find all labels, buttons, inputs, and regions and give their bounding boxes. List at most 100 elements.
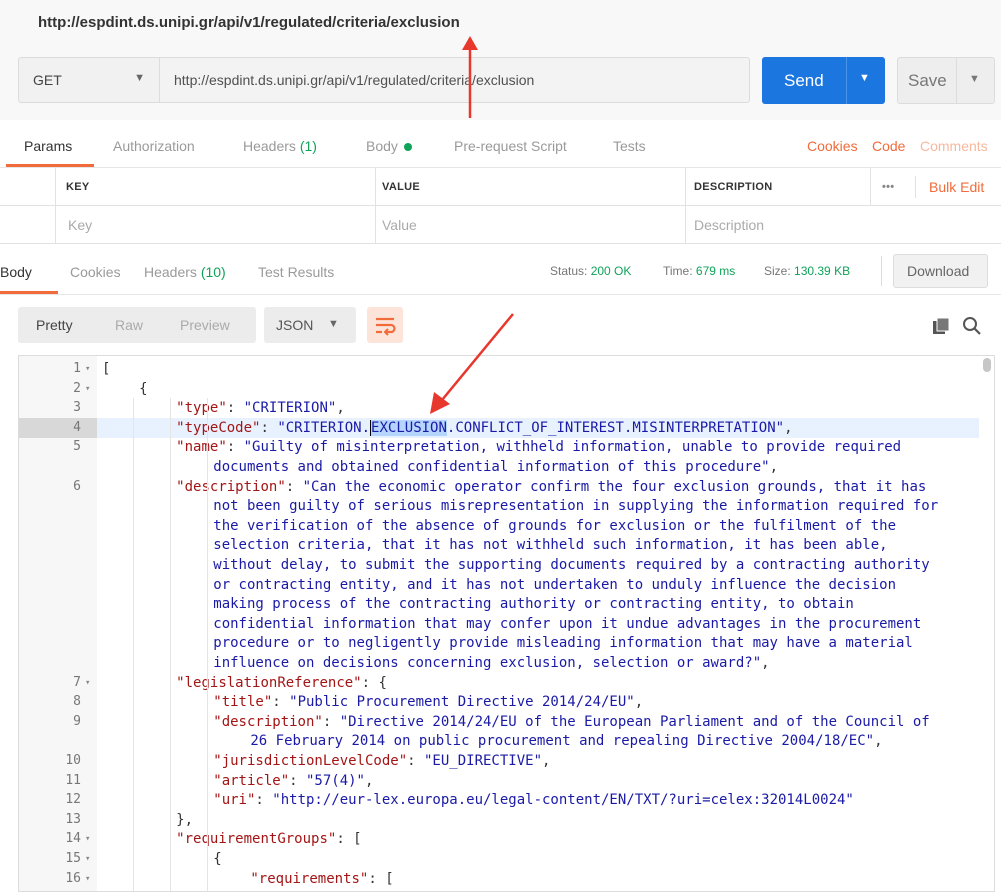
code-link[interactable]: Code bbox=[872, 138, 905, 154]
comments-link[interactable]: Comments bbox=[920, 138, 988, 154]
code-text: "title": "Public Procurement Directive 2… bbox=[213, 692, 643, 712]
fold-arrow-icon[interactable]: ▾ bbox=[85, 673, 90, 693]
tab-body[interactable]: Body bbox=[366, 138, 412, 154]
description-field[interactable]: Description bbox=[685, 206, 1001, 243]
fold-arrow-icon[interactable]: ▾ bbox=[85, 829, 90, 849]
json-punctuation: , bbox=[336, 400, 345, 417]
bulk-edit-link[interactable]: Bulk Edit bbox=[929, 179, 984, 195]
json-punctuation: : { bbox=[361, 674, 387, 691]
value-placeholder: Value bbox=[382, 217, 417, 233]
vertical-scrollbar[interactable] bbox=[983, 358, 991, 372]
tab-authorization[interactable]: Authorization bbox=[113, 138, 195, 154]
cookies-link[interactable]: Cookies bbox=[807, 138, 858, 154]
search-icon[interactable] bbox=[962, 316, 982, 336]
json-string: without delay, to submit the supporting … bbox=[213, 557, 930, 573]
code-text: }, bbox=[176, 810, 193, 830]
indent-guide bbox=[133, 398, 135, 891]
copy-icon[interactable] bbox=[932, 317, 950, 335]
code-line: 10 "jurisdictionLevelCode": "EU_DIRECTIVE… bbox=[19, 751, 979, 771]
time-readout: Time: 679 ms bbox=[663, 264, 735, 278]
code-line: 13}, bbox=[19, 810, 979, 830]
tab-prerequest-script[interactable]: Pre-request Script bbox=[454, 138, 567, 154]
tab-response-headers[interactable]: Headers (10) bbox=[144, 264, 226, 280]
send-button[interactable]: Send ▼ bbox=[762, 57, 885, 104]
tab-response-body[interactable]: Body bbox=[0, 264, 32, 280]
send-label: Send bbox=[784, 71, 824, 90]
status-readout: Status: 200 OK bbox=[550, 264, 631, 278]
code-line: the verification of the absence of groun… bbox=[19, 516, 979, 536]
json-string: or contracting entity, and it has not un… bbox=[213, 576, 896, 593]
view-pretty[interactable]: Pretty bbox=[36, 317, 73, 333]
request-url-input[interactable]: http://espdint.ds.unipi.gr/api/v1/regula… bbox=[160, 57, 750, 103]
window-url-bar: http://espdint.ds.unipi.gr/api/v1/regula… bbox=[0, 0, 1001, 46]
value-field[interactable]: Value bbox=[375, 206, 686, 243]
key-field[interactable]: Key bbox=[55, 206, 376, 243]
code-line: documents and obtained confidential info… bbox=[19, 457, 979, 477]
status-value: 200 OK bbox=[590, 264, 632, 278]
code-text: procedure or to negligently provide misl… bbox=[213, 633, 913, 653]
format-select[interactable]: JSON ▼ bbox=[264, 307, 356, 343]
size-readout: Size: 130.39 KB bbox=[764, 264, 850, 278]
tab-tests[interactable]: Tests bbox=[613, 138, 646, 154]
json-string: .CONFLICT_OF_INTEREST.MISINTERPRETATION" bbox=[446, 419, 785, 436]
actions-divider bbox=[915, 176, 916, 198]
json-key: "title" bbox=[213, 694, 273, 711]
json-string: "Can the economic operator confirm the f… bbox=[302, 478, 927, 495]
json-punctuation: , bbox=[365, 772, 374, 789]
fold-arrow-icon[interactable]: ▾ bbox=[85, 869, 90, 889]
line-number: 8 bbox=[73, 694, 81, 710]
fold-arrow-icon[interactable]: ▾ bbox=[85, 849, 90, 869]
json-key: "description" bbox=[176, 478, 286, 495]
code-text: "description": "Can the economic operato… bbox=[176, 477, 926, 497]
tab-headers-count: (1) bbox=[299, 138, 317, 154]
json-string: "57(4)" bbox=[305, 772, 365, 789]
key-header: KEY bbox=[66, 181, 90, 193]
code-line: selection criteria, that it has not with… bbox=[19, 535, 979, 555]
fold-arrow-icon[interactable]: ▾ bbox=[85, 379, 90, 399]
json-punctuation: }, bbox=[176, 811, 194, 828]
body-indicator-dot bbox=[403, 143, 412, 152]
json-punctuation: , bbox=[634, 694, 644, 711]
json-punctuation: : bbox=[289, 772, 306, 789]
view-preview[interactable]: Preview bbox=[180, 317, 230, 333]
json-key: "name" bbox=[176, 439, 227, 456]
json-punctuation: , bbox=[761, 655, 770, 671]
tab-body-label: Body bbox=[366, 138, 398, 154]
fold-arrow-icon[interactable]: ▾ bbox=[85, 359, 90, 379]
tab-response-headers-label: Headers bbox=[144, 264, 197, 280]
json-punctuation: : [ bbox=[336, 831, 362, 848]
json-key: "type" bbox=[176, 400, 227, 417]
send-options-caret-icon[interactable]: ▼ bbox=[859, 72, 870, 84]
save-label: Save bbox=[908, 71, 947, 90]
code-line: confidential information that may confer… bbox=[19, 614, 979, 634]
json-key: "article" bbox=[213, 772, 290, 789]
more-options-icon[interactable]: ••• bbox=[882, 181, 894, 193]
code-line: 5 "name": "Guilty of misinterpretation, w… bbox=[19, 437, 979, 457]
code-line: 14 ▾ "requirementGroups": [ bbox=[19, 829, 979, 849]
line-number: 10 bbox=[65, 753, 81, 768]
tab-params[interactable]: Params bbox=[24, 138, 72, 154]
code-line: 8 "title": "Public Procurement Directive … bbox=[19, 692, 979, 712]
json-punctuation: : bbox=[226, 439, 244, 456]
wrap-lines-button[interactable] bbox=[367, 307, 403, 343]
json-punctuation: : bbox=[226, 400, 244, 417]
code-text: or contracting entity, and it has not un… bbox=[213, 575, 896, 595]
tab-headers[interactable]: Headers (1) bbox=[243, 138, 317, 154]
size-value: 130.39 KB bbox=[794, 264, 851, 278]
download-button[interactable]: Download bbox=[893, 254, 988, 288]
params-table: KEY VALUE DESCRIPTION ••• Bulk Edit Key … bbox=[0, 168, 1001, 244]
response-tabs: Body Cookies Headers (10) Test Results S… bbox=[0, 246, 1001, 295]
line-number: 13 bbox=[65, 811, 81, 827]
code-line: not been guilty of serious misrepresenta… bbox=[19, 496, 979, 516]
save-options-caret-icon[interactable]: ▼ bbox=[969, 73, 980, 85]
wrap-lines-icon bbox=[376, 317, 396, 336]
description-column: DESCRIPTION bbox=[685, 168, 871, 205]
save-button[interactable]: Save ▼ bbox=[897, 57, 995, 104]
view-raw[interactable]: Raw bbox=[115, 317, 143, 333]
response-body-editor[interactable]: 1 ▾[2 ▾{3 "type": "CRITERION", 4 "typeCode": … bbox=[18, 355, 995, 892]
tab-response-cookies[interactable]: Cookies bbox=[70, 264, 121, 280]
json-key: "jurisdictionLevelCode" bbox=[213, 753, 408, 769]
tab-test-results[interactable]: Test Results bbox=[258, 264, 334, 280]
code-text: without delay, to submit the supporting … bbox=[213, 555, 929, 575]
method-select[interactable]: GET ▼ bbox=[18, 57, 160, 103]
